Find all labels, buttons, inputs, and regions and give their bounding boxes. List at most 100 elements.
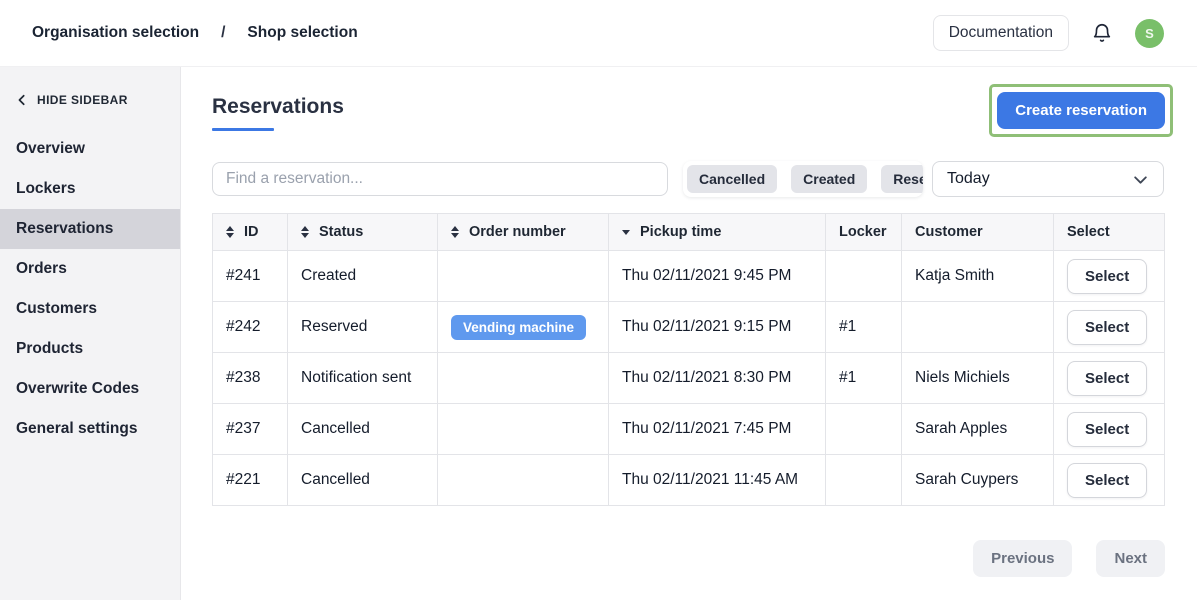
table-row: #242 Reserved Vending machine Thu 02/11/… [213,302,1165,353]
column-header-select: Select [1054,214,1165,251]
column-label: Locker [839,224,887,240]
sidebar-item-customers[interactable]: Customers [0,289,180,329]
cell-customer: Niels Michiels [902,353,1054,404]
order-number-badge: Vending machine [451,315,586,340]
chip-reserved[interactable]: Reserved [881,165,923,193]
chip-created[interactable]: Created [791,165,867,193]
sidebar-item-lockers[interactable]: Lockers [0,169,180,209]
column-header-id[interactable]: ID [213,214,288,251]
cell-locker [826,455,902,506]
table-row: #221 Cancelled Thu 02/11/2021 11:45 AM S… [213,455,1165,506]
cell-order-number [438,455,609,506]
cell-locker: #1 [826,302,902,353]
cell-status: Notification sent [288,353,438,404]
cell-customer [902,302,1054,353]
hide-sidebar-label: HIDE SIDEBAR [37,93,128,107]
cell-select: Select [1054,455,1165,506]
chip-cancelled[interactable]: Cancelled [687,165,777,193]
cell-order-number [438,353,609,404]
select-button[interactable]: Select [1067,259,1147,294]
column-label: Select [1067,224,1110,240]
cell-select: Select [1054,302,1165,353]
create-reservation-button[interactable]: Create reservation [997,92,1165,129]
table-header-row: ID Status Order number Pickup time Locke… [213,214,1165,251]
status-filter-chips: Cancelled Created Reserved [683,161,923,197]
cell-locker [826,251,902,302]
column-header-locker: Locker [826,214,902,251]
cell-pickup-time: Thu 02/11/2021 8:30 PM [609,353,826,404]
sidebar: HIDE SIDEBAR Overview Lockers Reservatio… [0,67,181,600]
sort-icon [226,226,234,238]
create-button-highlight-box: Create reservation [989,84,1173,137]
breadcrumb-shop[interactable]: Shop selection [247,24,357,42]
cell-id: #238 [213,353,288,404]
breadcrumb-organisation[interactable]: Organisation selection [32,24,199,42]
cell-pickup-time: Thu 02/11/2021 9:15 PM [609,302,826,353]
column-label: ID [244,224,259,240]
sidebar-item-products[interactable]: Products [0,329,180,369]
hide-sidebar-button[interactable]: HIDE SIDEBAR [16,93,164,107]
cell-id: #237 [213,404,288,455]
cell-customer: Sarah Apples [902,404,1054,455]
cell-status: Reserved [288,302,438,353]
page-title: Reservations [212,84,344,119]
cell-select: Select [1054,404,1165,455]
cell-order-number [438,404,609,455]
select-button[interactable]: Select [1067,412,1147,447]
date-filter-value: Today [947,170,990,188]
cell-pickup-time: Thu 02/11/2021 11:45 AM [609,455,826,506]
notification-bell-icon[interactable] [1091,22,1113,44]
sidebar-item-general-settings[interactable]: General settings [0,409,180,449]
topbar-actions: Documentation S [933,15,1164,51]
cell-customer: Sarah Cuypers [902,455,1054,506]
column-header-customer: Customer [902,214,1054,251]
chevron-down-icon [1132,171,1149,188]
breadcrumb-separator: / [221,24,225,42]
breadcrumb: Organisation selection / Shop selection [32,24,358,42]
cell-order-number [438,251,609,302]
sidebar-item-orders[interactable]: Orders [0,249,180,289]
reservations-table: ID Status Order number Pickup time Locke… [212,213,1165,506]
table-row: #238 Notification sent Thu 02/11/2021 8:… [213,353,1165,404]
main-content: Reservations Create reservation Cancelle… [181,67,1197,600]
search-input[interactable] [212,162,668,196]
title-underline [212,128,274,131]
column-label: Status [319,224,363,240]
cell-locker: #1 [826,353,902,404]
select-button[interactable]: Select [1067,463,1147,498]
sidebar-item-overwrite-codes[interactable]: Overwrite Codes [0,369,180,409]
cell-id: #242 [213,302,288,353]
user-avatar[interactable]: S [1135,19,1164,48]
cell-select: Select [1054,251,1165,302]
cell-id: #221 [213,455,288,506]
date-filter-select[interactable]: Today [932,161,1164,197]
topbar: Organisation selection / Shop selection … [0,0,1197,67]
select-button[interactable]: Select [1067,310,1147,345]
sidebar-item-reservations[interactable]: Reservations [0,209,180,249]
cell-pickup-time: Thu 02/11/2021 9:45 PM [609,251,826,302]
cell-order-number: Vending machine [438,302,609,353]
column-header-status[interactable]: Status [288,214,438,251]
filter-row: Cancelled Created Reserved Today [212,161,1165,197]
table-row: #241 Created Thu 02/11/2021 9:45 PM Katj… [213,251,1165,302]
next-page-button[interactable]: Next [1096,540,1165,577]
cell-status: Cancelled [288,404,438,455]
cell-status: Created [288,251,438,302]
column-label: Order number [469,224,566,240]
sort-icon [451,226,459,238]
documentation-button[interactable]: Documentation [933,15,1069,51]
sidebar-item-overview[interactable]: Overview [0,129,180,169]
cell-select: Select [1054,353,1165,404]
cell-status: Cancelled [288,455,438,506]
sort-icon [301,226,309,238]
previous-page-button[interactable]: Previous [973,540,1072,577]
sidebar-nav: Overview Lockers Reservations Orders Cus… [0,129,180,449]
column-header-pickup-time[interactable]: Pickup time [609,214,826,251]
column-label: Customer [915,224,983,240]
select-button[interactable]: Select [1067,361,1147,396]
column-header-order-number[interactable]: Order number [438,214,609,251]
cell-pickup-time: Thu 02/11/2021 7:45 PM [609,404,826,455]
cell-customer: Katja Smith [902,251,1054,302]
column-label: Pickup time [640,224,721,240]
table-row: #237 Cancelled Thu 02/11/2021 7:45 PM Sa… [213,404,1165,455]
